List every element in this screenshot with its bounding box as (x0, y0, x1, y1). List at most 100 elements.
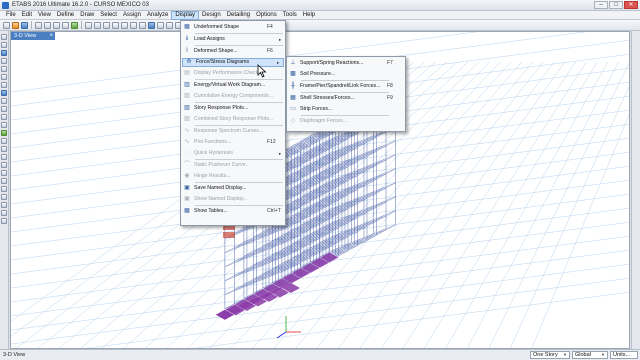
menu-item-soil-pressure[interactable]: ▩ Soil Pressure... (287, 70, 405, 79)
menu-item-label: Undeformed Shape (194, 24, 239, 30)
draw-wall-icon[interactable] (1, 98, 7, 104)
menu-item-frame-forces[interactable]: ╫ Frame/Pier/Spandrel/Link Forces... F8 (287, 82, 405, 91)
snap-intersections-icon[interactable] (1, 202, 7, 208)
draw-frame-icon[interactable] (1, 58, 7, 64)
spectrum-curves-icon: ∿ (184, 128, 190, 134)
menu-item-force-stress-diagrams[interactable]: ⟰ Force/Stress Diagrams ▸ (182, 58, 284, 67)
pan-icon[interactable] (139, 21, 146, 29)
draw-tendon-icon[interactable] (1, 122, 7, 128)
menu-options[interactable]: Options (253, 11, 280, 20)
draw-dimension-icon[interactable] (1, 146, 7, 152)
menu-item-show-named-display[interactable]: ▣ Show Named Display... (181, 195, 285, 204)
menu-item-display-performance-check[interactable]: ▤ Display Performance Check... (181, 69, 285, 78)
menu-item-undeformed-shape[interactable]: ▦ Undeformed Shape F4 (181, 23, 285, 32)
elevation-view-icon[interactable] (166, 21, 173, 29)
minimize-button[interactable]: – (594, 1, 608, 9)
plan-view-icon[interactable] (157, 21, 164, 29)
reshape-icon[interactable] (1, 42, 7, 48)
menu-item-static-pushover-curve[interactable]: ⌒ Static Pushover Curve... (181, 161, 285, 170)
menu-draw[interactable]: Draw (77, 11, 97, 20)
zoom-previous-icon[interactable] (130, 21, 137, 29)
draw-link-icon[interactable] (1, 114, 7, 120)
menu-item-label: Strip Forces... (300, 106, 333, 112)
menu-view[interactable]: View (35, 11, 54, 20)
view-tab-close-icon[interactable]: × (49, 32, 53, 40)
previous-select-icon[interactable] (1, 170, 7, 176)
menu-item-label: Show Named Display... (194, 196, 248, 202)
ground-grid-line (531, 114, 629, 348)
select-all-icon[interactable] (1, 162, 7, 168)
units-button[interactable]: Units... (610, 351, 638, 359)
menu-select[interactable]: Select (97, 11, 120, 20)
menu-item-strip-forces[interactable]: ▭ Strip Forces... (287, 105, 405, 114)
menu-item-hinge-results[interactable]: ◉ Hinge Results... (181, 172, 285, 181)
menu-item-deformed-shape[interactable]: ⌇ Deformed Shape... F6 (181, 47, 285, 56)
menu-item-support-reactions[interactable]: ⊥ Support/Spring Reactions... F7 (287, 59, 405, 68)
zoom-out-icon[interactable] (112, 21, 119, 29)
save-icon[interactable] (21, 21, 28, 29)
story-selector[interactable]: One Story ▼ (530, 351, 570, 359)
draw-strip-icon[interactable] (1, 138, 7, 144)
menu-item-story-response-plots[interactable]: ▨ Story Response Plots... (181, 104, 285, 113)
draw-slab-icon[interactable] (1, 130, 7, 136)
menu-help[interactable]: Help (300, 11, 318, 20)
snap-lines-icon[interactable] (1, 218, 7, 224)
menu-edit[interactable]: Edit (19, 11, 35, 20)
draw-joint-icon[interactable] (1, 50, 7, 56)
undo-icon[interactable] (35, 21, 42, 29)
redo-icon[interactable] (44, 21, 51, 29)
draw-column-icon[interactable] (1, 66, 7, 72)
submenu-arrow-icon: ▸ (279, 151, 282, 156)
menu-item-energy-diagram[interactable]: ▥ Energy/Virtual Work Diagram... (181, 81, 285, 90)
right-scrollbar[interactable] (631, 31, 640, 349)
3d-view-icon[interactable] (148, 21, 155, 29)
draw-opening-icon[interactable] (1, 106, 7, 112)
menu-define[interactable]: Define (54, 11, 77, 20)
snap-ends-icon[interactable] (1, 194, 7, 200)
draw-beam-icon[interactable] (1, 74, 7, 80)
menu-assign[interactable]: Assign (120, 11, 144, 20)
mouse-cursor-icon (257, 64, 267, 78)
snap-perpendicular-icon[interactable] (1, 210, 7, 216)
zoom-full-icon[interactable] (121, 21, 128, 29)
lock-icon[interactable] (62, 21, 69, 29)
menu-detailing[interactable]: Detailing (224, 11, 253, 20)
menu-design[interactable]: Design (199, 11, 224, 20)
draw-floor-icon[interactable] (1, 90, 7, 96)
pointer-icon[interactable] (85, 21, 92, 29)
etabs-app-icon[interactable] (2, 1, 9, 9)
menu-file[interactable]: File (3, 11, 19, 20)
menu-item-shell-stresses[interactable]: ▦ Shell Stresses/Forces... F9 (287, 94, 405, 103)
view-tab-3d[interactable]: 3-D View × (11, 32, 55, 40)
menu-separator (195, 45, 283, 46)
new-model-icon[interactable] (3, 21, 10, 29)
close-button[interactable]: ✕ (624, 1, 638, 9)
open-icon[interactable] (12, 21, 19, 29)
clear-select-icon[interactable] (1, 178, 7, 184)
menu-item-plot-functions[interactable]: ∿ Plot Functions... F12 (181, 138, 285, 147)
menu-display[interactable]: Display (171, 10, 200, 20)
snap-points-icon[interactable] (1, 186, 7, 192)
menu-item-load-assigns[interactable]: ⇓ Load Assigns ▸ (181, 35, 285, 44)
menu-item-label: Soil Pressure... (300, 71, 336, 77)
menu-analyze[interactable]: Analyze (144, 11, 171, 20)
coordinate-system-selector[interactable]: Global ▼ (572, 351, 608, 359)
draw-grid-icon[interactable] (1, 154, 7, 160)
draw-brace-icon[interactable] (1, 82, 7, 88)
menu-item-diaphragm-forces[interactable]: ◇ Diaphragm Forces... (287, 117, 405, 126)
menu-item-show-tables[interactable]: ▦ Show Tables... Ctrl+T (181, 207, 285, 216)
zoom-window-icon[interactable] (94, 21, 101, 29)
menu-item-save-named-display[interactable]: ▣ Save Named Display... (181, 184, 285, 193)
menu-item-shortcut: F6 (267, 48, 273, 54)
menu-tools[interactable]: Tools (280, 11, 300, 20)
maximize-button[interactable]: □ (609, 1, 623, 9)
menu-item-quick-hysteresis[interactable]: ◌ Quick Hysteresis ▸ (181, 149, 285, 158)
ground-grid-line (424, 61, 598, 348)
run-analysis-icon[interactable] (71, 21, 78, 29)
select-pointer-icon[interactable] (1, 34, 7, 40)
zoom-in-icon[interactable] (103, 21, 110, 29)
menu-item-cumulative-energy[interactable]: ▧ Cumulative Energy Components... (181, 92, 285, 101)
menu-item-combined-story-response[interactable]: ▨ Combined Story Response Plots... (181, 115, 285, 124)
menu-item-response-spectrum-curves[interactable]: ∿ Response Spectrum Curves... (181, 127, 285, 136)
refresh-icon[interactable] (53, 21, 60, 29)
